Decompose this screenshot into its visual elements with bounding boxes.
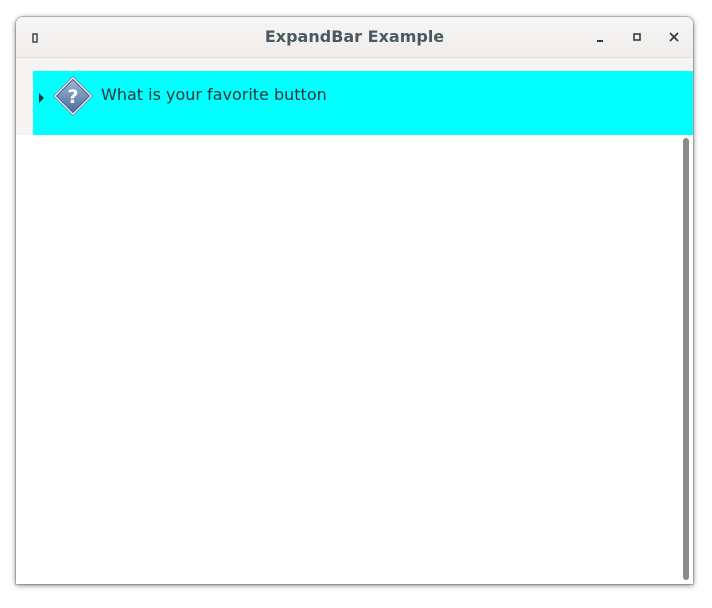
app-window: ExpandBar Example ? What is your favorit… [16,17,693,584]
close-icon [669,32,679,42]
expander-arrow-icon[interactable] [38,89,46,103]
scrollbar-thumb[interactable] [683,138,689,580]
expand-item-header[interactable]: ? What is your favorite button [33,71,693,135]
maximize-button[interactable] [627,27,647,47]
close-button[interactable] [664,27,684,47]
expandbar-content-area [16,135,693,584]
titlebar: ExpandBar Example [16,17,693,58]
minimize-button[interactable] [590,27,610,47]
question-icon: ? [52,75,94,117]
svg-text:?: ? [67,86,78,108]
maximize-icon [633,33,641,41]
minimize-icon [597,40,603,42]
expand-item-label: What is your favorite button [101,85,327,104]
vertical-scrollbar[interactable] [680,136,691,582]
